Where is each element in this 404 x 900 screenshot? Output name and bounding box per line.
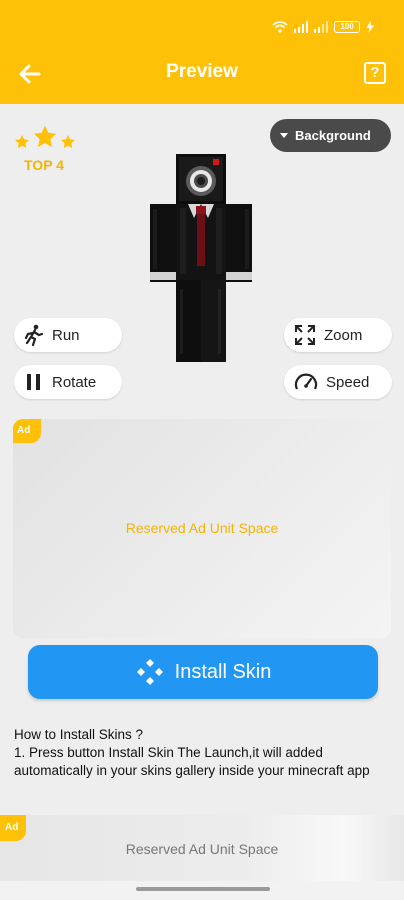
minecraft-skin-model[interactable] <box>150 154 252 362</box>
system-nav-bar <box>0 881 404 900</box>
install-skin-label: Install Skin <box>174 660 272 683</box>
speedometer-icon <box>294 373 318 390</box>
star-icon <box>15 135 29 149</box>
charging-icon <box>366 21 374 33</box>
instructions-step-1: 1. Press button Install Skin The Launch,… <box>14 745 370 778</box>
background-button-label: Background <box>295 128 371 143</box>
ad-unit[interactable]: Ad Reserved Ad Unit Space <box>13 419 391 638</box>
page-title: Preview <box>166 61 238 82</box>
zoom-button[interactable]: Zoom <box>284 318 392 352</box>
speed-label: Speed <box>326 373 370 391</box>
zoom-label: Zoom <box>324 326 363 344</box>
star-icon <box>33 125 57 147</box>
ad-placeholder-text: Reserved Ad Unit Space <box>125 520 279 536</box>
status-bar: 100 <box>0 0 404 44</box>
instructions-heading: How to Install Skins ? <box>14 727 144 742</box>
bottom-ad-placeholder-text: Reserved Ad Unit Space <box>125 841 279 857</box>
star-icon <box>61 135 75 149</box>
speed-button[interactable]: Speed <box>284 365 392 399</box>
help-button[interactable]: ? <box>364 62 386 84</box>
caret-down-icon <box>280 132 288 138</box>
install-skin-button[interactable]: Install Skin <box>28 645 378 699</box>
rank-label: TOP 4 <box>24 157 64 173</box>
gamepad-icon <box>136 659 163 685</box>
run-icon <box>24 324 44 346</box>
fullscreen-icon <box>295 325 315 345</box>
rating-stars <box>14 124 76 150</box>
home-gesture-handle[interactable] <box>136 887 270 891</box>
run-button[interactable]: Run <box>14 318 122 352</box>
rotate-label: Rotate <box>52 373 97 391</box>
background-button[interactable]: Background <box>270 119 391 152</box>
wifi-icon <box>272 21 288 33</box>
app-bar: Preview ? <box>0 44 404 104</box>
bottom-ad-banner[interactable]: Ad Reserved Ad Unit Space <box>0 815 404 881</box>
install-instructions: How to Install Skins ? 1. Press button I… <box>14 726 394 780</box>
ad-badge: Ad <box>13 419 41 443</box>
battery-icon: 100 <box>334 21 360 33</box>
status-icons: 100 <box>272 20 374 34</box>
signal-icon <box>314 21 328 33</box>
signal-icon <box>294 21 308 33</box>
ad-badge: Ad <box>0 815 26 841</box>
run-label: Run <box>52 326 80 344</box>
pause-icon <box>27 374 40 390</box>
skin-preview-area: TOP 4 Background Run Rotate Zoom Speed <box>0 104 404 414</box>
rotate-button[interactable]: Rotate <box>14 365 122 399</box>
